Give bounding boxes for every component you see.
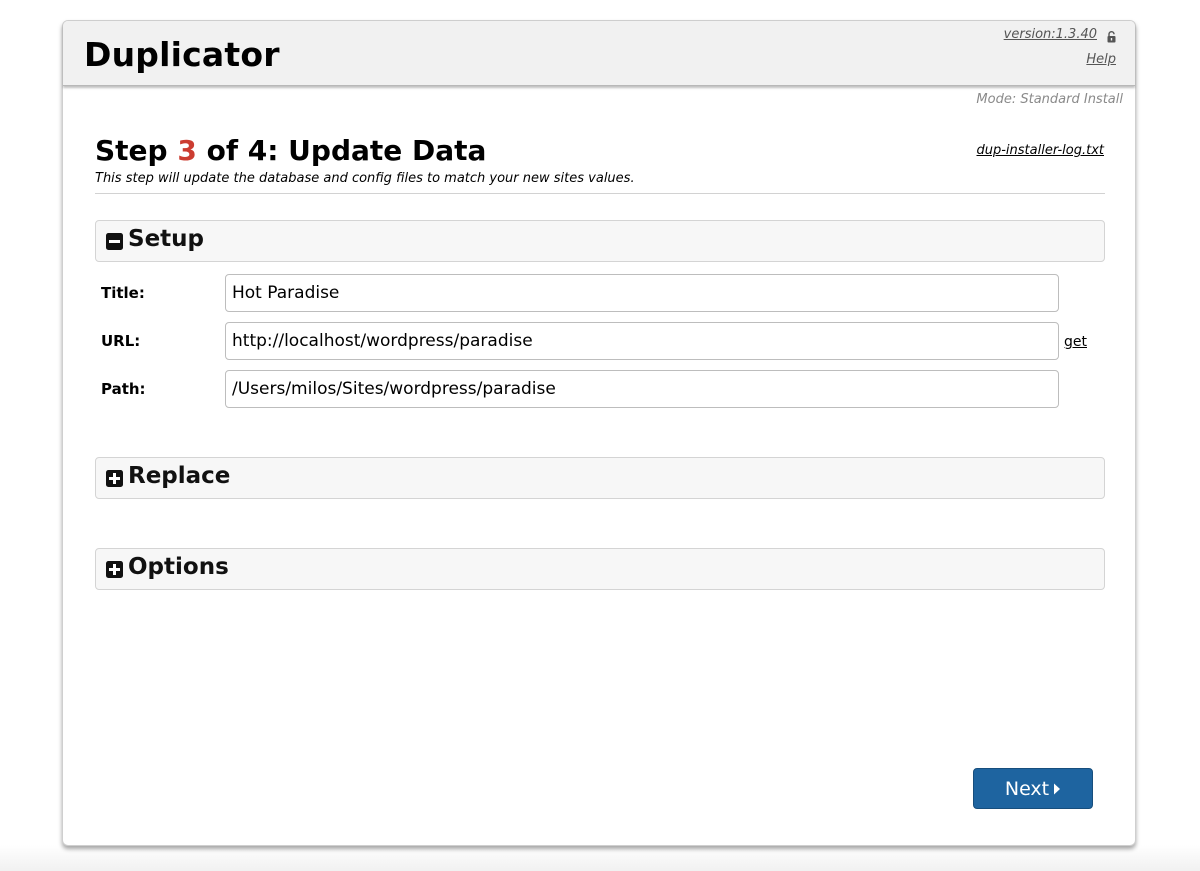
- plus-square-icon: [106, 561, 123, 578]
- minus-square-icon: [106, 233, 123, 250]
- get-url-link[interactable]: get: [1064, 334, 1087, 350]
- section-replace-toggle[interactable]: Replace: [95, 457, 1105, 499]
- help-link[interactable]: Help: [1086, 52, 1116, 67]
- installer-log-link[interactable]: dup-installer-log.txt: [976, 143, 1104, 158]
- step-suffix: of 4: Update Data: [196, 134, 487, 167]
- next-button[interactable]: Next: [973, 768, 1093, 809]
- lock-icon[interactable]: [1107, 31, 1116, 43]
- path-label: Path:: [101, 380, 146, 398]
- section-options-label: Options: [128, 554, 229, 580]
- page-bottom-shade: [0, 845, 1200, 871]
- section-setup-label: Setup: [128, 226, 204, 252]
- step-prefix: Step: [95, 134, 178, 167]
- url-label: URL:: [101, 332, 141, 350]
- path-input[interactable]: [225, 370, 1059, 408]
- install-mode-text: Mode: Standard Install: [976, 92, 1123, 107]
- section-options-toggle[interactable]: Options: [95, 548, 1105, 590]
- step-description: This step will update the database and c…: [95, 171, 635, 186]
- title-input[interactable]: [225, 274, 1059, 312]
- plus-square-icon: [106, 470, 123, 487]
- title-label: Title:: [101, 284, 145, 302]
- version-link[interactable]: version:1.3.40: [1004, 27, 1097, 42]
- step-number: 3: [177, 134, 197, 167]
- installer-window: Duplicator version:1.3.40 Help Mode: Sta…: [62, 20, 1136, 846]
- caret-right-icon: [1054, 783, 1061, 794]
- url-input[interactable]: [225, 322, 1059, 360]
- next-button-label: Next: [1004, 777, 1050, 800]
- step-title: Step 3 of 4: Update Data: [95, 134, 486, 167]
- header-bar: Duplicator version:1.3.40 Help: [63, 21, 1135, 86]
- section-replace-label: Replace: [128, 463, 231, 489]
- title-divider: [95, 193, 1105, 194]
- section-setup-toggle[interactable]: Setup: [95, 220, 1105, 262]
- app-title: Duplicator: [84, 35, 280, 74]
